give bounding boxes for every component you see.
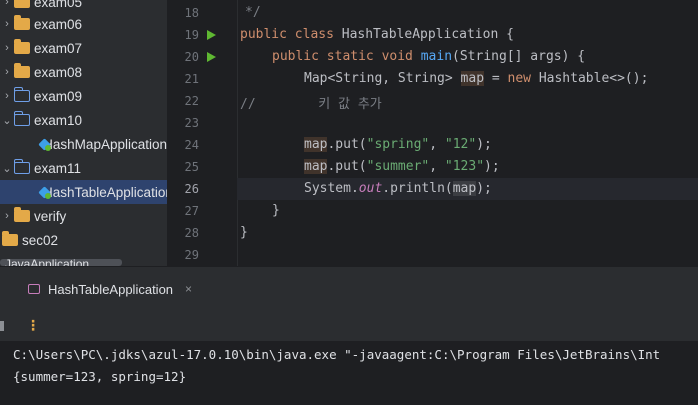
indent-guide	[237, 0, 238, 266]
folder-icon	[13, 111, 30, 126]
string-literal: "123"	[444, 159, 485, 174]
keyword: public static void	[272, 49, 413, 64]
code-line-26: System.out.println(map);	[304, 181, 492, 196]
line-number-current: 26	[184, 182, 199, 196]
project-tree: › exam05 › exam06 › exam07 › exam08 › ex…	[0, 0, 167, 266]
code-text: ,	[429, 137, 445, 152]
code-text: );	[484, 159, 500, 174]
run-tool-window: HashTableApplication × ⋮ C:\Users\PC\.jd…	[0, 266, 698, 405]
code-line-19: public class HashTableApplication {	[240, 27, 514, 42]
line-number: 21	[184, 72, 199, 86]
code-text: );	[476, 181, 492, 196]
chevron-right-icon[interactable]: ›	[0, 0, 14, 8]
code-text: .put(	[327, 159, 367, 174]
line-number: 25	[184, 160, 199, 174]
folder-icon	[14, 0, 30, 8]
code-line-18: */	[245, 5, 261, 20]
stop-icon[interactable]	[0, 321, 4, 331]
more-options-icon[interactable]: ⋮	[26, 317, 40, 334]
code-line-24: map.put("spring", "12");	[304, 137, 492, 152]
run-main-icon[interactable]	[207, 52, 216, 62]
console-line: {summer=123, spring=12}	[13, 369, 187, 384]
line-number: 29	[184, 248, 199, 262]
string-literal: "12"	[444, 137, 477, 152]
folder-icon	[14, 15, 30, 30]
tree-item-exam06[interactable]: › exam06	[0, 12, 167, 36]
run-tab-hashtableapplication[interactable]: HashTableApplication ×	[16, 277, 192, 301]
tree-item-hashmapapplication[interactable]: HashMapApplication	[0, 132, 167, 156]
keyword: public class	[240, 27, 334, 42]
close-icon[interactable]: ×	[185, 282, 192, 296]
tree-item-verify[interactable]: › verify	[0, 204, 167, 228]
tree-item-sec02[interactable]: sec02	[0, 228, 167, 252]
chevron-right-icon[interactable]: ›	[0, 66, 14, 78]
code-text: HashTableApplication {	[333, 27, 514, 42]
code-text: .println(	[382, 181, 453, 196]
keyword: new	[507, 71, 531, 86]
line-number: 27	[184, 204, 199, 218]
static-field: out	[358, 181, 383, 196]
chevron-down-icon[interactable]: ⌄	[0, 114, 14, 127]
folder-icon	[13, 87, 30, 102]
folder-icon	[14, 207, 30, 222]
string-literal: "spring"	[366, 137, 430, 152]
console-line: C:\Users\PC\.jdks\azul-17.0.10\bin\java.…	[13, 347, 661, 362]
folder-icon	[14, 63, 30, 78]
code-line-21: Map<String, String> map = new Hashtable<…	[304, 71, 648, 86]
code-line-28: }	[240, 225, 248, 240]
tree-item-exam08[interactable]: › exam08	[0, 60, 167, 84]
tree-item-javaapplication[interactable]: JavaApplication	[5, 257, 89, 266]
code-line-25: map.put("summer", "123");	[304, 159, 500, 174]
tree-item-hashtableapplication[interactable]: HashTableApplication	[0, 180, 167, 204]
chevron-right-icon[interactable]: ›	[0, 18, 14, 30]
line-number: 23	[184, 116, 199, 130]
folder-icon	[14, 39, 30, 54]
line-number: 18	[184, 6, 199, 20]
code-text: System.	[304, 181, 359, 196]
folder-icon	[2, 231, 18, 246]
run-class-icon[interactable]	[207, 30, 216, 40]
run-config-icon	[28, 284, 40, 294]
line-number: 24	[184, 138, 199, 152]
run-tab-label: HashTableApplication	[48, 281, 174, 297]
code-editor[interactable]: */ public class HashTableApplication { p…	[237, 0, 698, 266]
editor-gutter: 18 19 20 21 22 23 24 25 26 27 28 29	[167, 0, 237, 266]
code-text: );	[476, 137, 492, 152]
code-text: Map<String, String>	[304, 71, 461, 86]
code-text: Hashtable<>();	[531, 71, 649, 86]
chevron-right-icon[interactable]: ›	[0, 210, 14, 222]
code-text: .put(	[327, 137, 367, 152]
method-name: main	[420, 49, 453, 64]
variable: map	[304, 137, 328, 152]
line-number: 19	[184, 28, 199, 42]
code-text: (String[] args) {	[452, 49, 586, 64]
code-text: ,	[429, 159, 445, 174]
variable: map	[452, 181, 477, 196]
code-text: =	[484, 71, 508, 86]
tree-item-exam11[interactable]: ⌄ exam11	[0, 156, 167, 180]
code-line-20: public static void main(String[] args) {	[272, 49, 585, 64]
chevron-right-icon[interactable]: ›	[0, 42, 14, 54]
run-toolbar: ⋮	[0, 313, 698, 339]
tree-item-exam07[interactable]: › exam07	[0, 36, 167, 60]
variable: map	[460, 71, 485, 86]
chevron-right-icon[interactable]: ›	[0, 90, 14, 102]
line-number: 20	[184, 50, 199, 64]
variable: map	[304, 159, 328, 174]
string-literal: "summer"	[366, 159, 430, 174]
chevron-down-icon[interactable]: ⌄	[0, 162, 14, 175]
console-output[interactable]: C:\Users\PC\.jdks\azul-17.0.10\bin\java.…	[0, 341, 698, 405]
code-line-27: }	[272, 203, 280, 218]
folder-icon	[13, 159, 30, 174]
line-number: 22	[184, 94, 199, 108]
tree-item-exam10[interactable]: ⌄ exam10	[0, 108, 167, 132]
tree-item-exam09[interactable]: › exam09	[0, 84, 167, 108]
code-line-22: // 키 값 추가	[240, 97, 382, 112]
line-number: 28	[184, 226, 199, 240]
